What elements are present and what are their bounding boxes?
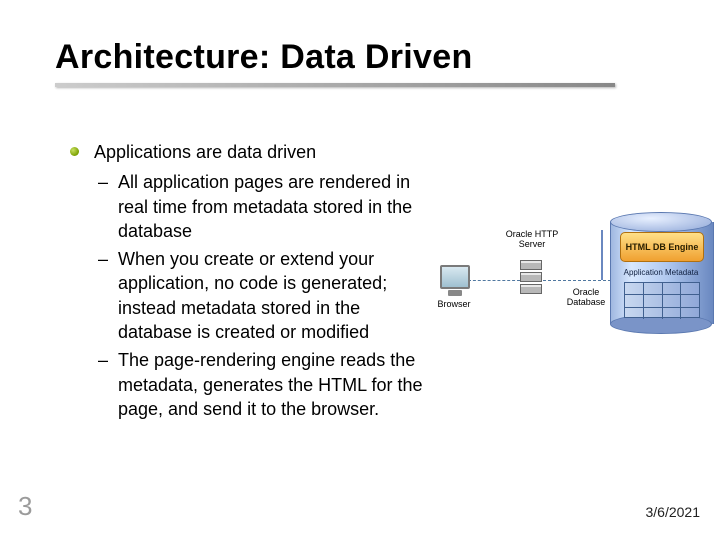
bullet-text: Applications are data driven [94,142,316,162]
engine-label: HTML DB Engine [626,242,699,252]
server-icon [520,260,540,296]
browser-icon [440,265,470,296]
dash-icon: – [98,348,108,372]
bullet-text: All application pages are rendered in re… [118,172,412,241]
http-server-label: Oracle HTTP Server [503,230,561,250]
connection-line [468,280,520,281]
bullet-level2: – All application pages are rendered in … [70,170,430,243]
browser-label: Browser [435,300,473,310]
connection-line [543,280,611,281]
architecture-diagram: Browser Oracle HTTP Server Oracle Databa… [435,200,715,350]
oracle-db-label: Oracle Database [565,288,607,308]
slide-number: 3 [18,491,32,522]
body-text: Applications are data driven – All appli… [70,140,430,425]
bullet-level2: – The page-rendering engine reads the me… [70,348,430,421]
slide: Architecture: Data Driven Applications a… [0,0,720,540]
bullet-text: The page-rendering engine reads the meta… [118,350,423,419]
title-area: Architecture: Data Driven [55,38,675,87]
connection-line [601,230,603,280]
metadata-label: Application Metadata [616,268,706,277]
bullet-level1: Applications are data driven [70,140,430,164]
database-cylinder-icon: HTML DB Engine Application Metadata [610,212,712,334]
title-underline [55,83,615,87]
date-footer: 3/6/2021 [646,504,701,520]
bullet-dot-icon [70,147,79,156]
dash-icon: – [98,170,108,194]
bullet-text: When you create or extend your applicati… [118,249,387,342]
dash-icon: – [98,247,108,271]
metadata-table-icon [624,282,700,318]
bullet-level2: – When you create or extend your applica… [70,247,430,344]
slide-title: Architecture: Data Driven [55,38,675,77]
engine-box: HTML DB Engine [620,232,704,262]
